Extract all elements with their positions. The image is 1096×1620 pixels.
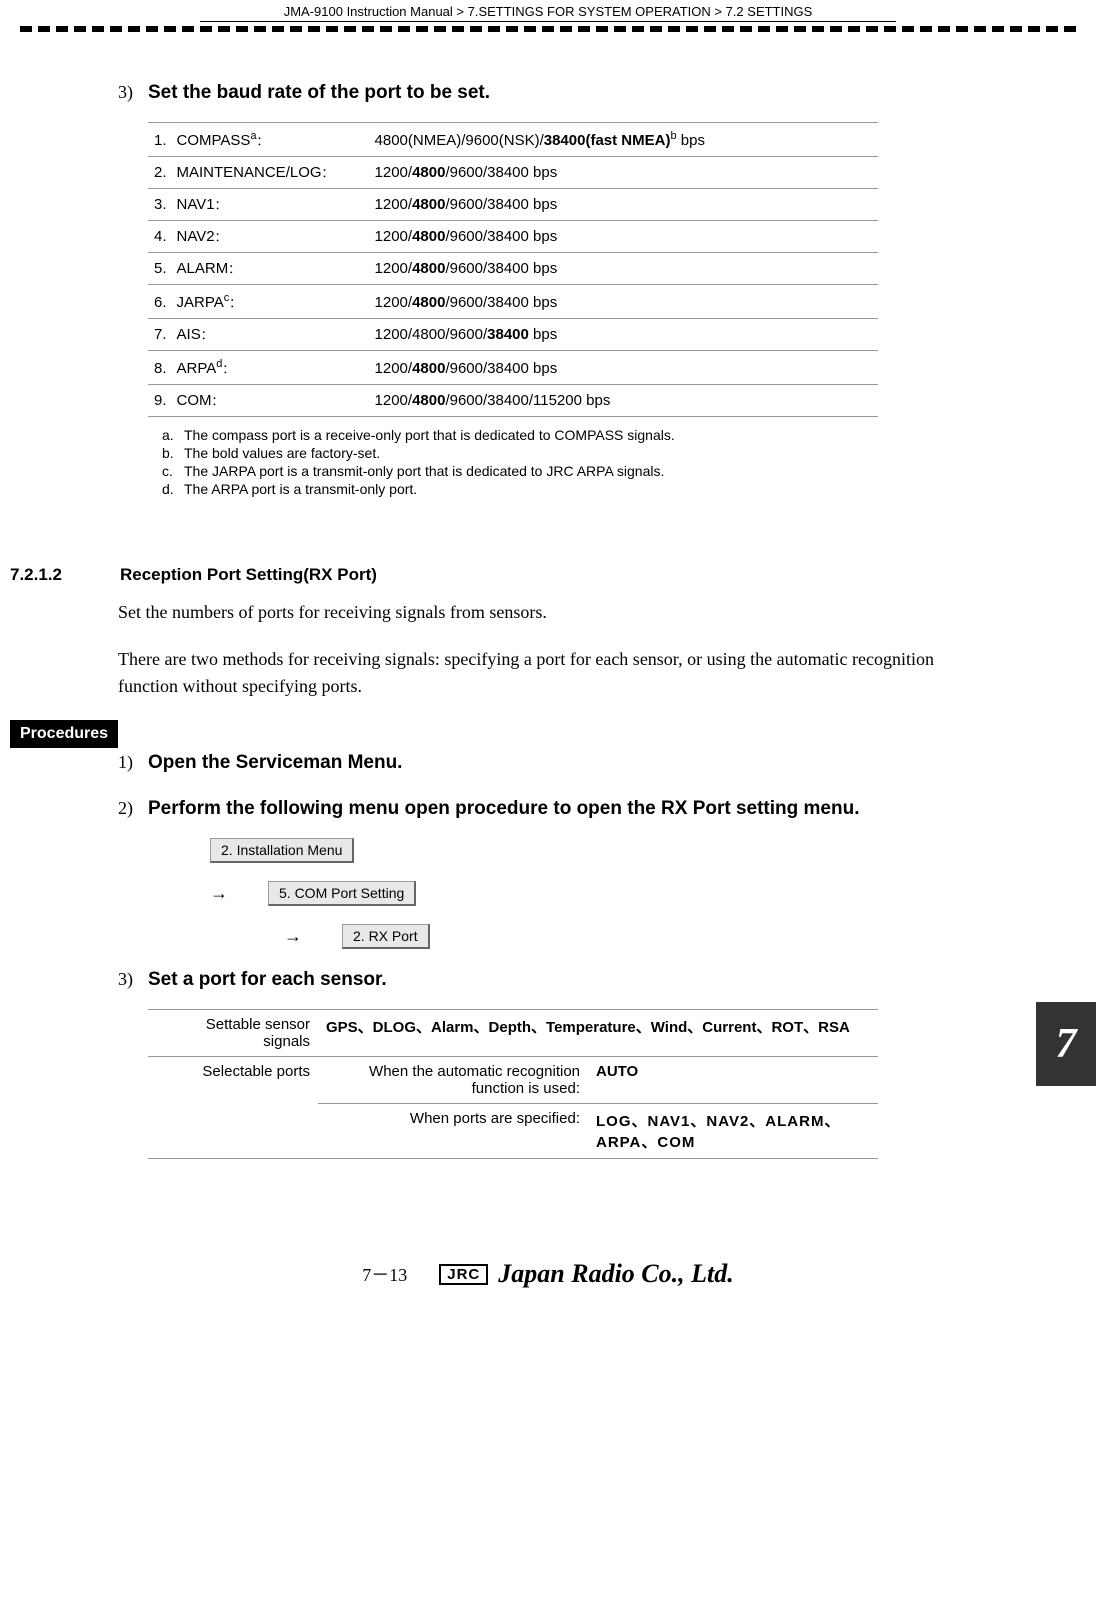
row-num: 2. (148, 157, 171, 189)
proc-step-2: 2) Perform the following menu open proce… (118, 798, 996, 820)
row-value: 1200/4800/9600/38400/115200 bps (369, 385, 878, 417)
table-row: 1.COMPASSa：4800(NMEA)/9600(NSK)/38400(fa… (148, 123, 878, 157)
row-label: NAV2： (171, 221, 369, 253)
settable-signals-label: Settable sensor signals (148, 1010, 318, 1057)
row-value: 1200/4800/9600/38400 bps (369, 351, 878, 385)
row-num: 7. (148, 319, 171, 351)
row-label: MAINTENANCE/LOG： (171, 157, 369, 189)
proc-step-2-num: 2) (118, 798, 148, 820)
table-row: 5.ALARM：1200/4800/9600/38400 bps (148, 253, 878, 285)
step-3: 3) Set the baud rate of the port to be s… (118, 82, 996, 104)
row-num: 8. (148, 351, 171, 385)
footnote: b.The bold values are factory-set. (162, 445, 996, 461)
footer: 7－13 JRC Japan Radio Co., Ltd. (0, 1259, 1096, 1319)
auto-value: AUTO (588, 1057, 878, 1104)
ports-specified-label: When ports are specified: (318, 1104, 588, 1159)
jrc-logo: JRC (439, 1264, 488, 1285)
proc-step-3-text: Set a port for each sensor. (148, 969, 387, 991)
section-title: Reception Port Setting(RX Port) (120, 565, 377, 585)
table-row: Selectable ports When the automatic reco… (148, 1057, 878, 1104)
sensor-table: Settable sensor signals GPS、DLOG、Alarm、D… (148, 1009, 878, 1159)
menu-com-port: 5. COM Port Setting (268, 881, 416, 906)
footnote: a.The compass port is a receive-only por… (162, 427, 996, 443)
table-row: 7.AIS：1200/4800/9600/38400 bps (148, 319, 878, 351)
row-num: 4. (148, 221, 171, 253)
arrow-icon: → (210, 883, 228, 904)
selectable-ports-label: Selectable ports (148, 1057, 318, 1159)
menu-path: 2. Installation Menu → 5. COM Port Setti… (210, 838, 996, 949)
table-row: 3.NAV1：1200/4800/9600/38400 bps (148, 189, 878, 221)
chapter-tab: 7 (1036, 1002, 1096, 1086)
company-name: Japan Radio Co., Ltd. (498, 1259, 733, 1289)
table-row: 9.COM：1200/4800/9600/38400/115200 bps (148, 385, 878, 417)
section-heading: 7.2.1.2 Reception Port Setting(RX Port) (100, 565, 996, 585)
row-value: 1200/4800/9600/38400 bps (369, 253, 878, 285)
row-value: 1200/4800/9600/38400 bps (369, 285, 878, 319)
auto-recognition-label: When the automatic recognition function … (318, 1057, 588, 1104)
table-row: 2.MAINTENANCE/LOG：1200/4800/9600/38400 b… (148, 157, 878, 189)
proc-step-2-text: Perform the following menu open procedur… (148, 798, 859, 820)
row-label: ARPAd： (171, 351, 369, 385)
row-num: 3. (148, 189, 171, 221)
proc-step-1-num: 1) (118, 752, 148, 774)
row-label: ALARM： (171, 253, 369, 285)
breadcrumb: JMA-9100 Instruction Manual > 7.SETTINGS… (200, 0, 896, 22)
row-value: 1200/4800/9600/38400 bps (369, 319, 878, 351)
table-row: 4.NAV2：1200/4800/9600/38400 bps (148, 221, 878, 253)
page-number: 7－13 (362, 1261, 407, 1287)
row-value: 1200/4800/9600/38400 bps (369, 221, 878, 253)
menu-installation: 2. Installation Menu (210, 838, 354, 863)
row-num: 5. (148, 253, 171, 285)
footnote: c.The JARPA port is a transmit-only port… (162, 463, 996, 479)
section-number: 7.2.1.2 (10, 565, 120, 585)
row-label: JARPAc： (171, 285, 369, 319)
menu-rx-port: 2. RX Port (342, 924, 430, 949)
row-label: COMPASSa： (171, 123, 369, 157)
row-num: 1. (148, 123, 171, 157)
proc-step-1: 1) Open the Serviceman Menu. (118, 752, 996, 774)
section-para-2: There are two methods for receiving sign… (118, 646, 996, 700)
row-label: COM： (171, 385, 369, 417)
ports-specified-value: LOG、NAV1、NAV2、ALARM、ARPA、COM (588, 1104, 878, 1159)
row-value: 1200/4800/9600/38400 bps (369, 189, 878, 221)
proc-step-1-text: Open the Serviceman Menu. (148, 752, 402, 774)
section-para-1: Set the numbers of ports for receiving s… (118, 599, 996, 626)
row-num: 6. (148, 285, 171, 319)
settable-signals-value: GPS、DLOG、Alarm、Depth、Temperature、Wind、Cu… (318, 1010, 878, 1057)
step-3-text: Set the baud rate of the port to be set. (148, 82, 490, 104)
table-row: 8.ARPAd：1200/4800/9600/38400 bps (148, 351, 878, 385)
row-value: 1200/4800/9600/38400 bps (369, 157, 878, 189)
table-row: Settable sensor signals GPS、DLOG、Alarm、D… (148, 1010, 878, 1057)
table-row: 6.JARPAc：1200/4800/9600/38400 bps (148, 285, 878, 319)
procedures-label: Procedures (10, 720, 118, 748)
footnotes: a.The compass port is a receive-only por… (162, 427, 996, 497)
proc-step-3-num: 3) (118, 969, 148, 991)
row-value: 4800(NMEA)/9600(NSK)/38400(fast NMEA)b b… (369, 123, 878, 157)
baud-rate-table: 1.COMPASSa：4800(NMEA)/9600(NSK)/38400(fa… (148, 122, 878, 417)
arrow-icon: → (284, 926, 302, 947)
row-num: 9. (148, 385, 171, 417)
row-label: NAV1： (171, 189, 369, 221)
step-3-num: 3) (118, 82, 148, 104)
footnote: d.The ARPA port is a transmit-only port. (162, 481, 996, 497)
proc-step-3: 3) Set a port for each sensor. (118, 969, 996, 991)
row-label: AIS： (171, 319, 369, 351)
